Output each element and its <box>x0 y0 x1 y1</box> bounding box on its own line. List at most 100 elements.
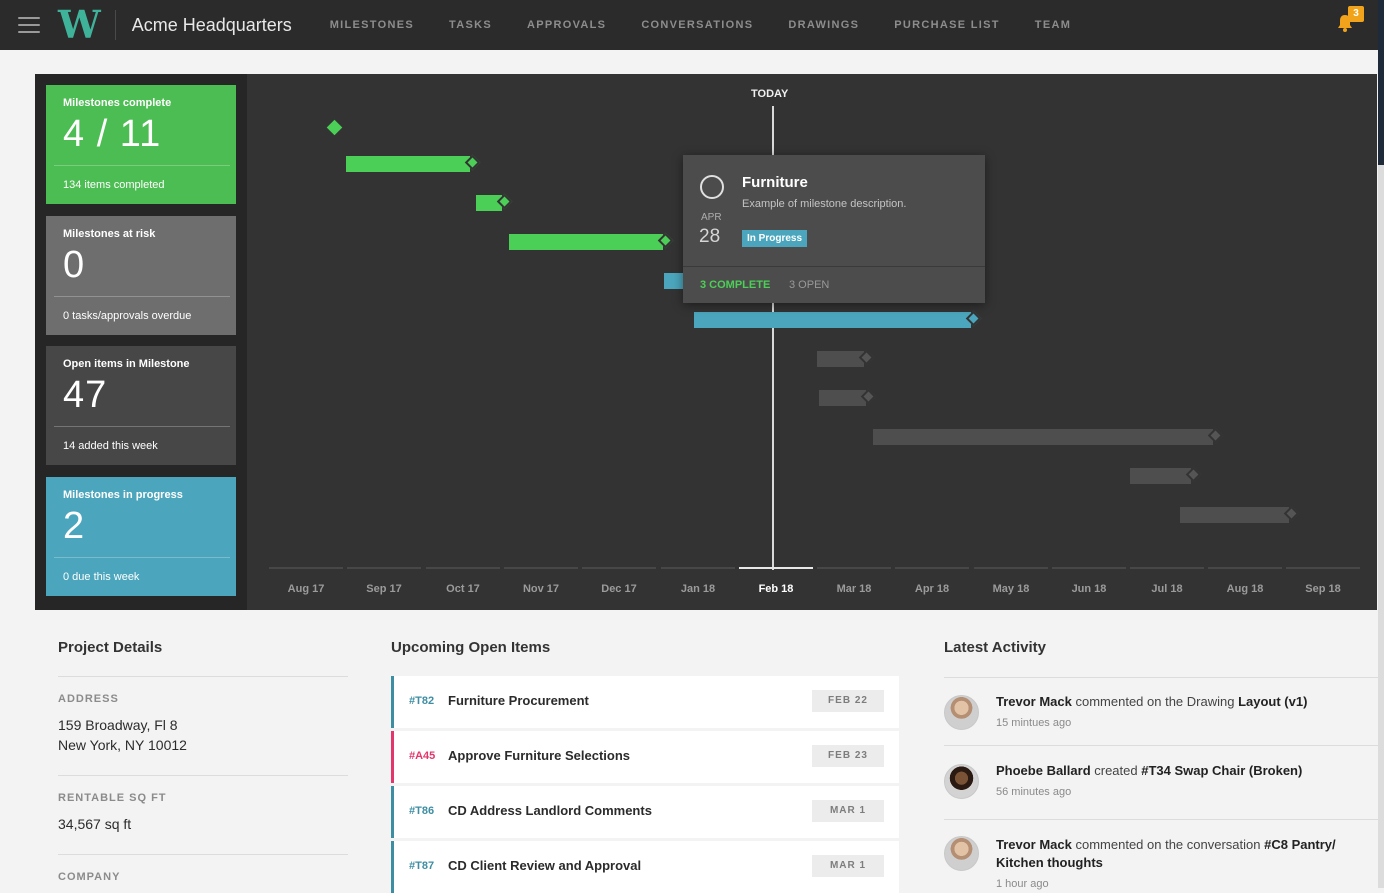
month-tick: Jun 18 <box>1052 567 1126 595</box>
milestone-bar[interactable] <box>1130 466 1202 484</box>
address-line: 159 Broadway, Fl 8 <box>58 717 178 733</box>
activity-time: 56 minutes ago <box>996 786 1072 798</box>
month-tick: May 18 <box>974 567 1048 595</box>
notifications-button[interactable]: 3 <box>1334 6 1364 36</box>
list-item[interactable]: #A45 Approve Furniture Selections FEB 23 <box>391 731 899 783</box>
month-tick: Jan 18 <box>661 567 735 595</box>
stat-subtext: 0 tasks/approvals overdue <box>63 310 192 322</box>
month-tick: Aug 17 <box>269 567 343 595</box>
item-date: MAR 1 <box>812 855 884 877</box>
month-tick: Apr 18 <box>895 567 969 595</box>
month-tick: Sep 18 <box>1286 567 1360 595</box>
stat-card-at-risk[interactable]: Milestones at risk 0 0 tasks/approvals o… <box>46 216 236 335</box>
activity-target[interactable]: #T34 Swap Chair (Broken) <box>1141 763 1302 778</box>
section-title: Upcoming Open Items <box>391 639 551 656</box>
sqft-value: 34,567 sq ft <box>58 816 132 832</box>
stats-column: Milestones complete 4 / 11 134 items com… <box>35 74 247 610</box>
milestone-dashboard: Milestones complete 4 / 11 134 items com… <box>35 74 1377 610</box>
milestone-diamond[interactable] <box>326 119 343 136</box>
stat-subtext: 134 items completed <box>63 179 165 191</box>
item-id: #T87 <box>409 860 435 872</box>
nav-purchase-list[interactable]: PURCHASE LIST <box>894 19 1000 31</box>
upcoming-open-items: Upcoming Open Items #T82 Furniture Procu… <box>391 639 899 893</box>
item-name: CD Client Review and Approval <box>448 858 642 873</box>
nav-tasks[interactable]: TASKS <box>449 19 492 31</box>
stat-card-open-items[interactable]: Open items in Milestone 47 14 added this… <box>46 346 236 465</box>
section-title: Latest Activity <box>944 639 1046 656</box>
complete-count[interactable]: 3 COMPLETE <box>700 279 770 291</box>
notification-badge: 3 <box>1348 6 1364 22</box>
address-label: ADDRESS <box>58 693 119 705</box>
month-tick: Jul 18 <box>1130 567 1204 595</box>
avatar[interactable] <box>944 695 979 730</box>
app-logo[interactable]: W <box>58 0 101 50</box>
month-tick: Oct 17 <box>426 567 500 595</box>
month-tick: Nov 17 <box>504 567 578 595</box>
item-name: CD Address Landlord Comments <box>448 803 652 818</box>
stat-title: Milestones at risk <box>63 228 156 240</box>
month-tick-current: Feb 18 <box>739 567 813 595</box>
section-title: Project Details <box>58 639 163 656</box>
stat-value: 47 <box>63 374 108 416</box>
project-title[interactable]: Acme Headquarters <box>132 15 314 36</box>
stat-subtext: 0 due this week <box>63 571 140 583</box>
divider <box>114 10 116 40</box>
item-date: MAR 1 <box>812 800 884 822</box>
nav-team[interactable]: TEAM <box>1035 19 1071 31</box>
nav-approvals[interactable]: APPROVALS <box>527 19 606 31</box>
address-value: 159 Broadway, Fl 8 New York, NY 10012 <box>58 715 348 755</box>
open-count[interactable]: 3 OPEN <box>789 279 829 291</box>
stat-card-complete[interactable]: Milestones complete 4 / 11 134 items com… <box>46 85 236 204</box>
milestone-popover[interactable]: Furniture Example of milestone descripti… <box>683 155 985 303</box>
activity-text: Phoebe Ballard created #T34 Swap Chair (… <box>996 762 1368 780</box>
nav-milestones[interactable]: MILESTONES <box>330 19 414 31</box>
month-tick: Mar 18 <box>817 567 891 595</box>
today-label: TODAY <box>751 88 789 100</box>
activity-action: commented on the conversation <box>1071 837 1265 852</box>
stat-value: 2 <box>63 505 86 547</box>
activity-user[interactable]: Phoebe Ballard <box>996 763 1091 778</box>
nav-conversations[interactable]: CONVERSATIONS <box>641 19 753 31</box>
list-item[interactable]: #T86 CD Address Landlord Comments MAR 1 <box>391 786 899 838</box>
nav-drawings[interactable]: DRAWINGS <box>788 19 859 31</box>
project-details: Project Details ADDRESS 159 Broadway, Fl… <box>58 639 348 883</box>
milestone-bar[interactable] <box>694 310 982 328</box>
month-tick: Dec 17 <box>582 567 656 595</box>
milestone-bar[interactable] <box>1180 505 1300 523</box>
avatar[interactable] <box>944 836 979 871</box>
stat-title: Open items in Milestone <box>63 358 190 370</box>
popover-title[interactable]: Furniture <box>742 174 808 191</box>
milestone-bar[interactable] <box>817 349 875 367</box>
stat-card-in-progress[interactable]: Milestones in progress 2 0 due this week <box>46 477 236 596</box>
item-id: #A45 <box>409 750 436 762</box>
list-item[interactable]: #T82 Furniture Procurement FEB 22 <box>391 676 899 728</box>
milestone-bar[interactable] <box>346 154 481 172</box>
sqft-label: RENTABLE SQ FT <box>58 792 167 804</box>
activity-action: commented on the Drawing <box>1071 694 1239 709</box>
item-date: FEB 22 <box>812 690 884 712</box>
activity-text: Trevor Mack commented on the conversatio… <box>996 836 1368 872</box>
item-id: #T86 <box>409 805 435 817</box>
stat-title: Milestones complete <box>63 97 172 109</box>
due-month: APR <box>701 212 722 223</box>
complete-toggle-icon[interactable] <box>700 175 724 199</box>
list-item[interactable]: #T87 CD Client Review and Approval MAR 1 <box>391 841 899 893</box>
popover-description: Example of milestone description. <box>742 198 907 210</box>
milestone-bar[interactable] <box>873 427 1224 445</box>
menu-icon[interactable] <box>18 17 40 33</box>
activity-text: Trevor Mack commented on the Drawing Lay… <box>996 693 1368 711</box>
activity-target[interactable]: Layout (v1) <box>1238 694 1307 709</box>
milestone-bar[interactable] <box>509 232 674 250</box>
status-badge: In Progress <box>742 230 808 247</box>
activity-user[interactable]: Trevor Mack <box>996 694 1072 709</box>
stat-title: Milestones in progress <box>63 489 183 501</box>
window-edge <box>1378 0 1384 888</box>
avatar[interactable] <box>944 764 979 799</box>
activity-user[interactable]: Trevor Mack <box>996 837 1072 852</box>
milestone-bar[interactable] <box>476 193 513 211</box>
milestone-bar[interactable] <box>819 388 877 406</box>
stat-value: 4 / 11 <box>63 113 162 155</box>
due-day: 28 <box>699 226 721 247</box>
company-label: COMPANY <box>58 871 121 883</box>
gantt-timeline: TODAY Aug 17 Sep 17 Oct 17 Nov 17 Dec 17… <box>247 74 1377 610</box>
